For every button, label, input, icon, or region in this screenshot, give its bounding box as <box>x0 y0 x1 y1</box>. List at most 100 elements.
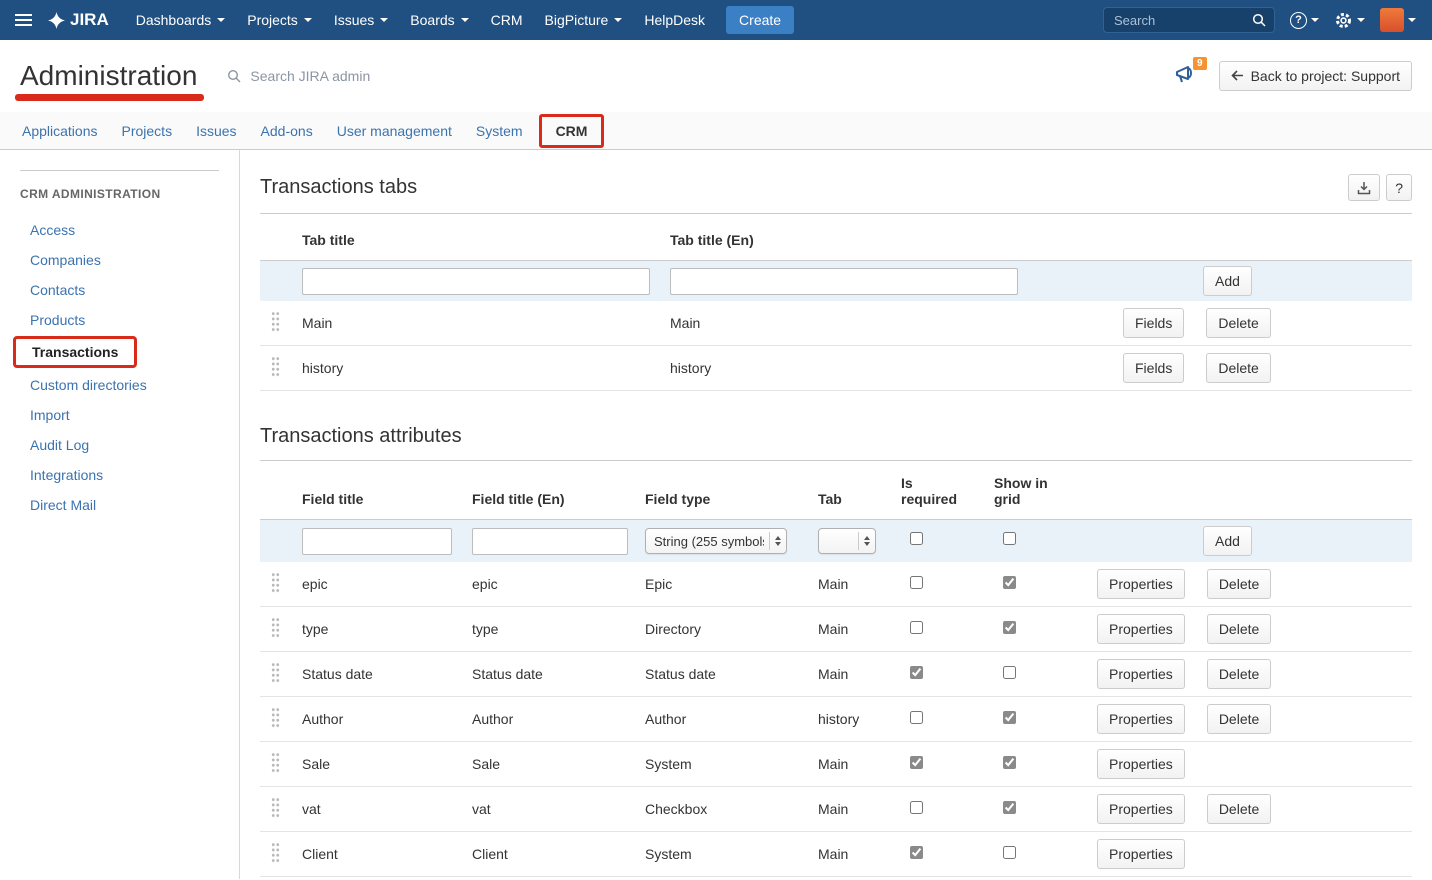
topbar-menu-issues[interactable]: Issues <box>323 0 399 40</box>
drag-handle-icon[interactable] <box>271 797 280 818</box>
delete-button[interactable]: Delete <box>1207 659 1271 689</box>
new-show-in-grid-checkbox[interactable] <box>1003 532 1016 545</box>
admin-tab-projects[interactable]: Projects <box>110 123 185 139</box>
admin-title-wrap: Administration <box>20 60 197 92</box>
drag-handle-icon[interactable] <box>271 752 280 773</box>
section-actions: ? <box>1348 174 1412 201</box>
add-tab-button[interactable]: Add <box>1203 266 1252 296</box>
drag-handle-icon[interactable] <box>271 572 280 593</box>
is-required-checkbox[interactable] <box>910 621 923 634</box>
delete-button[interactable]: Delete <box>1207 794 1271 824</box>
show-in-grid-checkbox[interactable] <box>1003 846 1016 859</box>
properties-button[interactable]: Properties <box>1097 704 1185 734</box>
admin-tab-system[interactable]: System <box>464 123 535 139</box>
sidebar-item-products[interactable]: Products <box>0 305 239 335</box>
show-in-grid-checkbox[interactable] <box>1003 711 1016 724</box>
properties-button[interactable]: Properties <box>1097 614 1185 644</box>
hamburger-menu-icon[interactable] <box>0 0 46 40</box>
sidebar-item-integrations[interactable]: Integrations <box>0 460 239 490</box>
topbar-menu-bigpicture[interactable]: BigPicture <box>534 0 634 40</box>
show-in-grid-checkbox[interactable] <box>1003 576 1016 589</box>
create-button[interactable]: Create <box>726 6 794 34</box>
jira-logo-icon <box>48 12 65 29</box>
sidebar-item-direct-mail[interactable]: Direct Mail <box>0 490 239 520</box>
is-required-checkbox[interactable] <box>910 666 923 679</box>
sidebar-heading: CRM ADMINISTRATION <box>20 170 219 201</box>
fields-button[interactable]: Fields <box>1123 353 1184 383</box>
menu-label: BigPicture <box>545 12 609 28</box>
help-menu[interactable]: ? <box>1290 12 1319 29</box>
topbar-right: ? <box>1103 7 1432 33</box>
field-type-select[interactable]: String (255 symbols) <box>645 528 787 554</box>
admin-tab-issues[interactable]: Issues <box>184 123 248 139</box>
show-in-grid-checkbox[interactable] <box>1003 801 1016 814</box>
user-profile-menu[interactable] <box>1380 8 1416 32</box>
field-title-cell: vat <box>302 801 472 817</box>
tabs-section-header: Transactions tabs ? <box>260 174 1412 201</box>
is-required-checkbox[interactable] <box>910 801 923 814</box>
properties-button[interactable]: Properties <box>1097 569 1185 599</box>
new-tab-title-input[interactable] <box>302 268 650 295</box>
show-in-grid-checkbox[interactable] <box>1003 621 1016 634</box>
admin-search-input[interactable] <box>248 67 468 85</box>
feedback-button[interactable]: 9 <box>1175 64 1201 88</box>
annotation-box-transactions: Transactions <box>13 336 137 368</box>
topbar-menu-helpdesk[interactable]: HelpDesk <box>633 0 716 40</box>
help-button[interactable]: ? <box>1386 174 1412 201</box>
admin-tab-user-management[interactable]: User management <box>325 123 464 139</box>
drag-handle-icon[interactable] <box>271 842 280 863</box>
new-tab-title-en-input[interactable] <box>670 268 1018 295</box>
delete-button[interactable]: Delete <box>1207 704 1271 734</box>
topbar-menu-crm[interactable]: CRM <box>480 0 534 40</box>
sidebar-item-import[interactable]: Import <box>0 400 239 430</box>
properties-button[interactable]: Properties <box>1097 659 1185 689</box>
field-type-select-value: String (255 symbols) <box>654 534 764 549</box>
new-field-title-input[interactable] <box>302 528 452 555</box>
is-required-checkbox[interactable] <box>910 711 923 724</box>
properties-button[interactable]: Properties <box>1097 749 1185 779</box>
topbar-menu-boards[interactable]: Boards <box>399 0 479 40</box>
new-is-required-checkbox[interactable] <box>910 532 923 545</box>
is-required-checkbox[interactable] <box>910 576 923 589</box>
sidebar-item-access[interactable]: Access <box>0 215 239 245</box>
delete-button[interactable]: Delete <box>1206 308 1270 338</box>
is-required-checkbox[interactable] <box>910 756 923 769</box>
drag-handle-icon[interactable] <box>271 707 280 728</box>
drag-handle-icon[interactable] <box>271 356 280 377</box>
sidebar-item-contacts[interactable]: Contacts <box>0 275 239 305</box>
sidebar-item-custom-directories[interactable]: Custom directories <box>0 370 239 400</box>
back-to-project-button[interactable]: Back to project: Support <box>1219 61 1412 91</box>
properties-button[interactable]: Properties <box>1097 794 1185 824</box>
show-in-grid-checkbox[interactable] <box>1003 756 1016 769</box>
delete-button[interactable]: Delete <box>1207 569 1271 599</box>
new-field-title-en-input[interactable] <box>472 528 628 555</box>
annotation-underline-administration <box>15 94 204 101</box>
admin-settings-menu[interactable] <box>1334 11 1365 30</box>
fields-button[interactable]: Fields <box>1123 308 1184 338</box>
show-in-grid-checkbox[interactable] <box>1003 666 1016 679</box>
drag-handle-icon[interactable] <box>271 311 280 332</box>
delete-button[interactable]: Delete <box>1206 353 1270 383</box>
sidebar-item-companies[interactable]: Companies <box>0 245 239 275</box>
tab-select[interactable] <box>818 528 876 554</box>
sidebar-item-transactions[interactable]: Transactions <box>32 344 118 360</box>
drag-handle-icon[interactable] <box>271 662 280 683</box>
is-required-checkbox[interactable] <box>910 846 923 859</box>
field-title-en-cell: Client <box>472 846 645 862</box>
topbar-menu-projects[interactable]: Projects <box>236 0 323 40</box>
admin-tab-addons[interactable]: Add-ons <box>249 123 325 139</box>
drag-handle-icon[interactable] <box>271 617 280 638</box>
delete-button[interactable]: Delete <box>1207 614 1271 644</box>
export-button[interactable] <box>1348 174 1380 201</box>
admin-tab-crm[interactable]: CRM <box>544 123 600 139</box>
topbar-menu-dashboards[interactable]: Dashboards <box>125 0 237 40</box>
admin-tab-applications[interactable]: Applications <box>10 123 110 139</box>
export-icon <box>1357 181 1371 195</box>
properties-button[interactable]: Properties <box>1097 839 1185 869</box>
jira-logo[interactable]: JIRA <box>46 10 125 30</box>
attributes-table-header: Field title Field title (En) Field type … <box>260 461 1412 520</box>
sidebar-item-audit-log[interactable]: Audit Log <box>0 430 239 460</box>
add-attribute-button[interactable]: Add <box>1203 526 1252 556</box>
topbar-search-input[interactable] <box>1112 12 1252 29</box>
tab-title-en-cell: Main <box>670 315 1123 331</box>
